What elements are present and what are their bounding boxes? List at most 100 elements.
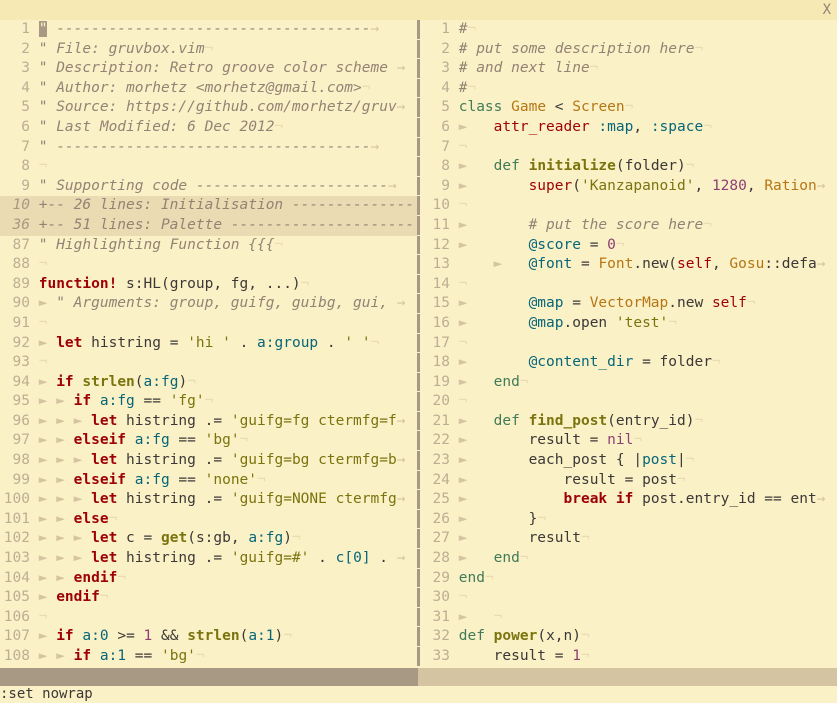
code-token: def [493,412,520,429]
code-line[interactable]: 25 ► break if post.entry_id == ent→ [420,490,837,510]
code-line[interactable]: 10 +-- 26 lines: Initialisation --------… [0,196,417,216]
gutter-space [450,41,459,57]
code-line[interactable]: 9 ► super('Kanzapanoid', 1280, Ration→ [420,177,837,197]
code-line[interactable]: 3 " Description: Retro groove color sche… [0,59,417,79]
code-line[interactable]: 20 ¬ [420,392,837,412]
code-line[interactable]: 4 #¬ [420,79,837,99]
code-line[interactable]: 7 ¬ [420,138,837,158]
editor-pane-left[interactable]: 1 " ------------------------------------… [0,20,417,668]
code-token: ) [283,530,292,547]
code-line[interactable]: 96 ► ► ► let histring .= 'guifg=fg cterm… [0,412,417,432]
code-line[interactable]: 103 ► ► ► let histring .= 'guifg=#' . c[… [0,549,417,569]
code-line[interactable]: 6 ► attr_reader :map, :space¬ [420,118,837,138]
code-line[interactable]: 9 " Supporting code --------------------… [0,177,417,197]
code-line[interactable]: 16 ► @map.open 'test'¬ [420,314,837,334]
code-line[interactable]: 97 ► ► elseif a:fg == 'bg'¬ [0,431,417,451]
line-number: 22 [432,432,450,449]
editor-pane-right[interactable]: 1 #¬ 2 # put some description here¬ 3 # an… [420,20,837,668]
code-line[interactable]: 30 ¬ [420,588,837,608]
code-line[interactable]: 104 ► ► endif¬ [0,569,417,589]
code-token: a:0 [82,628,109,645]
gutter-space [450,80,459,96]
code-line[interactable]: 4 " Author: morhetz <morhetz@gmail.com>¬ [0,79,417,99]
code-token: histring [117,550,205,567]
code-line[interactable]: 8 ¬ [0,157,417,177]
code-line[interactable]: 87 " Highlighting Function {{{¬ [0,236,417,256]
code-line[interactable]: 13 ► @font = Font.new(self, Gosu::defa→ [420,255,837,275]
code-token: ¬ [458,334,468,351]
code-line[interactable]: 23 ► each_post { |post|¬ [420,451,837,471]
code-line[interactable]: 93 ¬ [0,353,417,373]
line-number: 3 [441,60,450,77]
code-line[interactable]: 22 ► result = nil¬ [420,431,837,451]
code-line[interactable]: 6 " Last Modified: 6 Dec 2012¬ [0,118,417,138]
gutter-space [30,237,39,253]
line-number: 105 [3,589,30,606]
code-line[interactable]: 98 ► ► ► let histring .= 'guifg=bg cterm… [0,451,417,471]
code-line[interactable]: 100 ► ► ► let histring .= 'guifg=NONE ct… [0,490,417,510]
code-line[interactable]: 17 ¬ [420,334,837,354]
code-line[interactable]: 12 ► @score = 0¬ [420,236,837,256]
code-line[interactable]: 2 # put some description here¬ [420,40,837,60]
code-line[interactable]: 31 ► ¬ [420,608,837,628]
code-line[interactable]: 1 " ------------------------------------… [0,20,417,40]
code-token: group, fg, ... [169,275,292,292]
code-line[interactable]: 32 def power(x,n)¬ [420,627,837,647]
code-line[interactable]: 101 ► ► else¬ [0,510,417,530]
code-line[interactable]: 3 # and next line¬ [420,59,837,79]
code-line[interactable]: 36 +-- 51 lines: Palette ---------------… [0,215,417,236]
code-line[interactable]: 5 class Game < Screen¬ [420,98,837,118]
code-token: break [563,491,608,508]
code-token: ) [291,275,301,292]
code-line[interactable]: 90 ► " Arguments: group, guifg, guibg, g… [0,294,417,314]
code-token: a:1 [248,628,275,645]
code-line[interactable]: 24 ► result = post¬ [420,471,837,491]
code-line[interactable]: 105 ► endif¬ [0,588,417,608]
code-line[interactable]: 94 ► if strlen(a:fg)¬ [0,373,417,393]
code-line[interactable]: 7 " ------------------------------------… [0,138,417,158]
code-token: result [528,530,581,547]
command-line[interactable]: :set nowrap [0,686,837,703]
code-token: ► [458,550,494,567]
code-token: histring [117,452,205,469]
code-line[interactable]: 29 end¬ [420,569,837,589]
code-token: ¬ [274,118,284,135]
close-icon[interactable]: X [823,0,831,20]
code-line[interactable]: 107 ► if a:0 >= 1 && strlen(a:1)¬ [0,627,417,647]
code-line[interactable]: 108 ► ► if a:1 == 'bg'¬ [0,647,417,667]
code-line[interactable]: 8 ► def initialize(folder)¬ [420,157,837,177]
code-line[interactable]: 92 ► let histring = 'hi ' . a:group . ' … [0,334,417,354]
code-line[interactable]: 14 ¬ [420,275,837,295]
code-line[interactable]: 27 ► result¬ [420,529,837,549]
code-line[interactable]: 2 " File: gruvbox.vim¬ [0,40,417,60]
line-number: 27 [432,530,450,547]
code-line[interactable]: 89 function! s:HL(group, fg, ...)¬ [0,275,417,295]
line-number: 8 [441,158,450,175]
code-line[interactable]: 26 ► }¬ [420,510,837,530]
code-line[interactable]: 15 ► @map = VectorMap.new self¬ [420,294,837,314]
code-token: ¬ [38,608,48,625]
code-line[interactable]: 18 ► @content_dir = folder¬ [420,353,837,373]
line-number: 87 [12,236,30,253]
code-token: ► [458,256,529,273]
code-line[interactable]: 99 ► ► elseif a:fg == 'none'¬ [0,471,417,491]
line-number: 106 [3,608,30,625]
code-token: if [56,373,74,390]
code-line[interactable]: 19 ► end¬ [420,373,837,393]
code-line[interactable]: 5 " Source: https://github.com/morhetz/g… [0,98,417,118]
code-line[interactable]: 10 ¬ [420,196,837,216]
code-line[interactable]: 28 ► end¬ [420,549,837,569]
code-line[interactable]: 33 result = 1¬ [420,647,837,667]
code-line[interactable]: 88 ¬ [0,255,417,275]
code-line[interactable]: 21 ► def find_post(entry_id)¬ [420,412,837,432]
code-line[interactable]: 95 ► ► if a:fg == 'fg'¬ [0,392,417,412]
code-line[interactable]: 102 ► ► ► let c = get(s:gb, a:fg)¬ [0,529,417,549]
code-token: ¬ [685,158,695,175]
code-line[interactable]: 11 ► # put the score here¬ [420,216,837,236]
code-token: → [396,412,406,429]
code-line[interactable]: 91 ¬ [0,314,417,334]
code-line[interactable]: 1 #¬ [420,20,837,40]
code-token: ( [537,628,547,645]
code-token: ) [178,373,188,390]
code-line[interactable]: 106 ¬ [0,608,417,628]
